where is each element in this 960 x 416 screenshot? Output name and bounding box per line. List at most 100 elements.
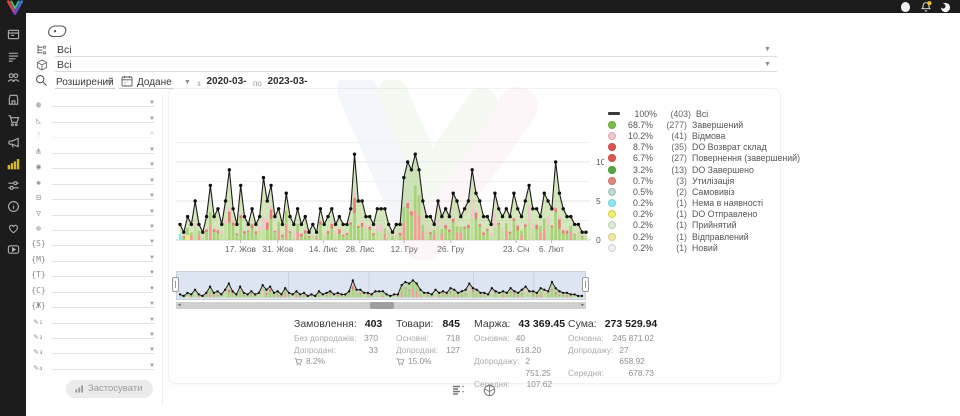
label-tag-icon[interactable] (44, 24, 70, 39)
legend-item[interactable]: 0.2%(1)Новий (608, 242, 800, 253)
filter-row-custom-field-2[interactable]: ✎₂▼ (26, 327, 162, 342)
legend-item[interactable]: 0.7%(3)Утилізація (608, 175, 800, 186)
dropdown-caret-icon[interactable]: ▼ (149, 147, 155, 153)
sidebar-item-marketing[interactable] (0, 132, 26, 154)
filter-input[interactable]: ▼ (52, 190, 154, 200)
filter-input[interactable]: ▼ (52, 144, 154, 154)
date-field-caret-icon[interactable]: ▼ (184, 79, 191, 86)
filter-input[interactable]: ▼ (52, 113, 154, 123)
legend-item[interactable]: 100%(403)Всі (608, 108, 800, 119)
dropdown-caret-icon[interactable]: ▼ (149, 317, 155, 323)
dropdown-caret-icon[interactable]: ▼ (149, 239, 155, 245)
filter-row-region-globe[interactable]: ⊕▼ (26, 219, 162, 234)
sidebar-item-dashboard[interactable] (0, 24, 26, 46)
main-chart[interactable]: 051017. Жов31. Жов14. Лис28. Лис12. Гру2… (172, 94, 604, 258)
legend-item[interactable]: 10.2%(41)Відмова (608, 130, 800, 141)
filter-row-fingerprint[interactable]: ◉▼ (26, 157, 162, 172)
filter-row-package[interactable]: ◈▼ (26, 172, 162, 187)
dropdown-caret-icon[interactable]: ▼ (149, 363, 155, 369)
notifications-bell-icon[interactable] (920, 1, 932, 13)
legend-item[interactable]: 0.2%(1)Прийнятий (608, 220, 800, 231)
filter-row-custom-field-1[interactable]: ✎₁▼ (26, 311, 162, 326)
dropdown-caret-icon[interactable]: ▼ (149, 178, 155, 184)
legend-item[interactable]: 3.2%(13)DO Завершено (608, 164, 800, 175)
dropdown-caret-icon[interactable]: ▼ (149, 270, 155, 276)
legend-item[interactable]: 8.7%(35)DO Возврат склад (608, 142, 800, 153)
dropdown-caret-icon[interactable]: ▼ (149, 286, 155, 292)
sidebar-item-orders[interactable] (0, 46, 26, 68)
product-select-caret-icon[interactable]: ▼ (764, 61, 771, 68)
filter-input[interactable]: ▼ (52, 314, 154, 324)
user-avatar-icon[interactable] (901, 2, 910, 12)
filter-input[interactable]: ▼ (52, 283, 154, 293)
filter-input[interactable]: ▼ (52, 206, 154, 216)
dropdown-caret-icon[interactable]: ▼ (149, 131, 155, 137)
scroll-right-icon[interactable]: ▸ (581, 302, 584, 309)
legend-item[interactable]: 0.2%(1)Нема в наявності (608, 198, 800, 209)
dropdown-caret-icon[interactable]: ▼ (149, 301, 155, 307)
filter-input[interactable]: ▼ (52, 236, 154, 246)
date-field-select[interactable]: Додане (137, 77, 172, 88)
dropdown-caret-icon[interactable]: ▼ (149, 116, 155, 122)
search-mode-caret-icon[interactable]: ▼ (106, 79, 113, 86)
legend-item[interactable]: 0.5%(2)Самовивіз (608, 186, 800, 197)
category-select-caret-icon[interactable]: ▼ (764, 46, 771, 53)
filter-input[interactable]: ▼ (52, 329, 154, 339)
dropdown-caret-icon[interactable]: ▼ (149, 332, 155, 338)
chart-scrollbar[interactable]: ◂ ▸ (176, 302, 586, 309)
filter-row-var-m[interactable]: {M}▼ (26, 249, 162, 264)
dropdown-caret-icon[interactable]: ▼ (149, 100, 155, 106)
search-mode-underline[interactable] (55, 88, 115, 89)
sidebar-item-store[interactable] (0, 89, 26, 111)
filter-input[interactable]: ▼ (52, 175, 154, 185)
filter-row-funnel[interactable]: ▽▼ (26, 203, 162, 218)
dropdown-caret-icon[interactable]: ▼ (149, 209, 155, 215)
scroll-left-icon[interactable]: ◂ (178, 302, 181, 309)
filter-row-custom-field-4[interactable]: ✎₄▼ (26, 357, 162, 372)
apply-filters-button[interactable]: Застосувати (66, 380, 153, 398)
sidebar-item-analytics[interactable] (0, 153, 26, 175)
sidebar-item-info[interactable] (0, 196, 26, 218)
filter-row-var-s[interactable]: {S}▼ (26, 234, 162, 249)
filter-input[interactable]: ▼ (52, 298, 154, 308)
legend-item[interactable]: 68.7%(277)Завершений (608, 119, 800, 130)
legend-item[interactable]: 6.7%(27)Повернення (завершений) (608, 153, 800, 164)
filter-input[interactable]: ▼ (52, 159, 154, 169)
filter-row-var-zh[interactable]: {Ж}▼ (26, 296, 162, 311)
filter-row-globe[interactable]: ◍▼ (26, 95, 162, 110)
sidebar-item-settings[interactable] (0, 175, 26, 197)
filter-row-custom-field-3[interactable]: ✎₃▼ (26, 342, 162, 357)
brush-handle-right[interactable] (582, 277, 589, 292)
dropdown-caret-icon[interactable]: ▼ (149, 255, 155, 261)
dropdown-caret-icon[interactable]: ▼ (149, 193, 155, 199)
sidebar-item-video[interactable] (0, 239, 26, 261)
app-logo-icon[interactable] (5, 0, 25, 15)
mini-chart-navigator[interactable] (176, 271, 586, 300)
list-view-icon[interactable] (452, 385, 465, 397)
filter-row-help-circle[interactable]: ?▼ (26, 126, 162, 141)
filter-input[interactable]: ▼ (52, 128, 154, 138)
filter-row-payment[interactable]: ⊟▼ (26, 188, 162, 203)
theme-moon-icon[interactable] (940, 2, 951, 13)
filter-input[interactable]: ▼ (52, 344, 154, 354)
filter-input[interactable]: ▼ (52, 252, 154, 262)
sidebar-item-customers[interactable] (0, 67, 26, 89)
filter-row-ruler[interactable]: ◺▼ (26, 110, 162, 125)
legend-item[interactable]: 0.2%(1)DO Отправлено (608, 209, 800, 220)
category-select-value[interactable]: Всі (57, 44, 72, 56)
sidebar-item-cart[interactable] (0, 110, 26, 132)
dropdown-caret-icon[interactable]: ▼ (149, 162, 155, 168)
sidebar-item-support[interactable] (0, 218, 26, 240)
legend-item[interactable]: 0.2%(1)Відправлений (608, 231, 800, 242)
product-select-value[interactable]: Всі (57, 59, 72, 71)
product-select-underline[interactable] (55, 71, 777, 72)
filter-input[interactable]: ▼ (52, 360, 154, 370)
filter-row-var-c[interactable]: {C}▼ (26, 280, 162, 295)
filter-row-hierarchy[interactable]: ⋔▼ (26, 141, 162, 156)
filter-input[interactable]: ▼ (52, 221, 154, 231)
brush-handle-left[interactable] (172, 277, 179, 292)
dropdown-caret-icon[interactable]: ▼ (149, 224, 155, 230)
scrollbar-thumb[interactable] (370, 302, 394, 309)
package-view-icon[interactable] (483, 384, 496, 397)
category-select-underline[interactable] (55, 56, 777, 57)
